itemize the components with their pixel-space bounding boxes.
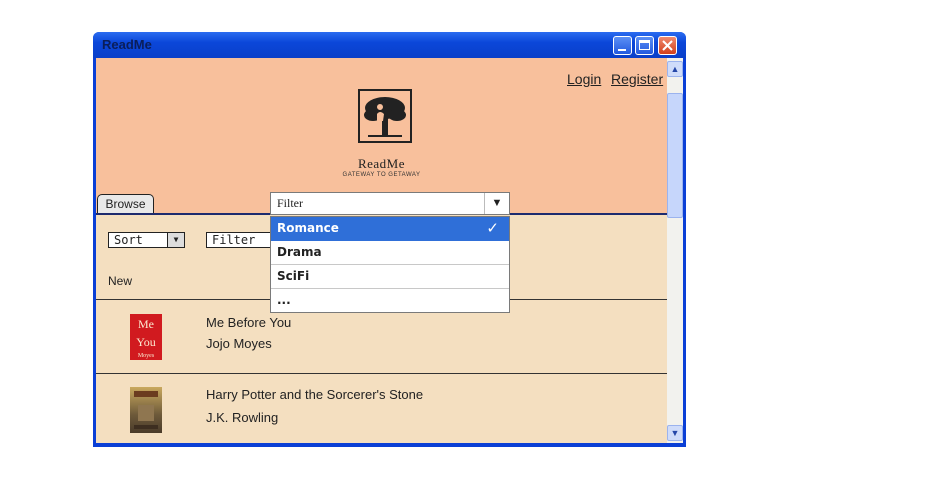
- filter-dropdown-value: Filter: [277, 196, 303, 210]
- filter-dropdown-menu: Romance ✓ Drama SciFi ...: [270, 216, 510, 313]
- register-link[interactable]: Register: [611, 71, 663, 87]
- scroll-up-button[interactable]: ▲: [667, 61, 683, 77]
- book-author: Jojo Moyes: [206, 336, 272, 351]
- dropdown-option-scifi[interactable]: SciFi: [271, 265, 509, 289]
- scrollbar-thumb[interactable]: [667, 93, 683, 218]
- logo-name: ReadMe: [357, 156, 406, 171]
- book-title[interactable]: Me Before You: [206, 315, 291, 330]
- svg-text:Me: Me: [138, 317, 154, 331]
- book-cover-image: [130, 387, 162, 433]
- book-author: J.K. Rowling: [206, 410, 279, 425]
- scroll-down-button[interactable]: ▼: [667, 425, 683, 441]
- chevron-up-icon: ▲: [670, 64, 680, 74]
- check-icon: ✓: [486, 219, 499, 237]
- list-item[interactable]: Harry Potter and the Sorcerer's Stone J.…: [96, 374, 667, 443]
- maximize-button[interactable]: [635, 36, 654, 55]
- sort-label: Sort: [114, 233, 143, 247]
- site-header: Login Register ReadMe GATEWAY TO GETAWAY…: [96, 58, 667, 213]
- close-button[interactable]: [658, 36, 677, 55]
- chevron-down-icon: ▼: [167, 233, 184, 247]
- dropdown-option-drama[interactable]: Drama: [271, 241, 509, 265]
- minimize-button[interactable]: [613, 36, 632, 55]
- filter-select[interactable]: Filter: [206, 232, 276, 248]
- window-title: ReadMe: [102, 37, 152, 52]
- logo-tagline: GATEWAY TO GETAWAY: [342, 172, 421, 178]
- option-label: Romance: [277, 221, 339, 235]
- title-bar[interactable]: ReadMe: [93, 32, 686, 58]
- dropdown-option-more[interactable]: ...: [271, 289, 509, 313]
- chevron-down-icon: ▼: [484, 193, 509, 214]
- section-heading-new: New: [108, 274, 133, 288]
- logo-tree-icon: [358, 89, 412, 143]
- svg-text:Moyes: Moyes: [138, 353, 155, 359]
- minimize-icon: [618, 49, 626, 51]
- svg-text:You: You: [136, 335, 155, 349]
- vertical-scrollbar[interactable]: ▲ ▼: [667, 58, 683, 443]
- filter-dropdown[interactable]: Filter ▼: [270, 192, 510, 215]
- tab-browse[interactable]: Browse: [97, 194, 154, 213]
- sort-select[interactable]: Sort ▼: [108, 232, 185, 248]
- login-link[interactable]: Login: [567, 71, 601, 87]
- book-title[interactable]: Harry Potter and the Sorcerer's Stone: [206, 387, 423, 402]
- maximize-icon: [639, 40, 650, 50]
- filter-label: Filter: [212, 233, 256, 247]
- close-icon: [662, 40, 673, 51]
- book-cover-image: Me You Moyes: [130, 314, 162, 360]
- chevron-down-icon: ▼: [670, 428, 680, 438]
- dropdown-option-romance[interactable]: Romance ✓: [271, 217, 509, 241]
